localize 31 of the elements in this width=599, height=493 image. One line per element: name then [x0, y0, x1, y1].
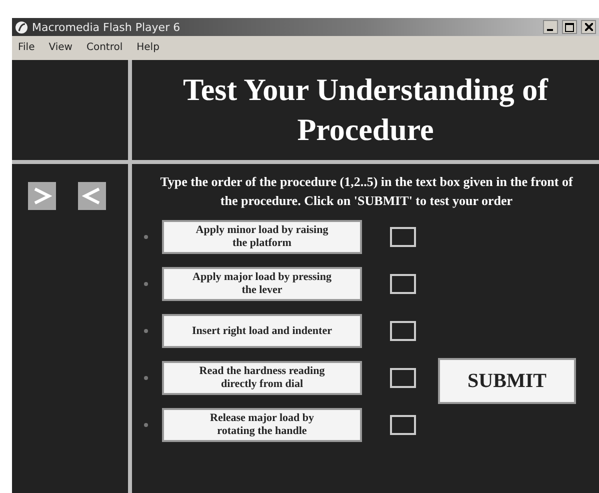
bullet-icon	[144, 376, 148, 380]
app-logo-icon	[15, 20, 28, 34]
menu-item[interactable]: View	[48, 42, 72, 52]
instruction-text: Type the order of the procedure (1,2..5) in the text box given in the front of the procedure. Click on 'SUBMIT' to test your order	[159, 173, 574, 210]
bullet-icon	[144, 235, 148, 239]
close-button[interactable]	[581, 20, 596, 34]
chevron-left-icon	[82, 186, 102, 206]
bullet-icon	[144, 282, 148, 286]
step-label: Release major load by rotating the handle	[162, 408, 362, 442]
order-input-field[interactable]	[390, 227, 416, 247]
step-label: Apply major load by pressing the lever	[162, 267, 362, 301]
bullet-icon	[144, 329, 148, 333]
order-input-field[interactable]	[390, 274, 416, 294]
step-label: Insert right load and indenter	[162, 314, 362, 348]
order-input-field[interactable]	[390, 368, 416, 388]
step-label: Read the hardness reading directly from dial	[162, 361, 362, 395]
order-input-field[interactable]	[390, 415, 416, 435]
menu-item[interactable]: Help	[136, 42, 160, 52]
chevron-right-icon	[32, 186, 52, 206]
maximize-icon	[565, 22, 574, 32]
window-title: Macromedia Flash Player 6	[32, 20, 182, 34]
maximize-button[interactable]	[562, 20, 577, 34]
minimize-button[interactable]	[543, 20, 558, 34]
menu-item[interactable]: File	[18, 42, 35, 52]
page-heading: Test Your Understanding of Procedure	[182, 71, 550, 149]
order-input-field[interactable]	[390, 321, 416, 341]
bullet-icon	[144, 423, 148, 427]
submit-button[interactable]: SUBMIT	[438, 358, 576, 404]
step-label: Apply minor load by raising the platform	[162, 220, 362, 254]
close-icon	[584, 23, 592, 31]
menu-item[interactable]: Control	[86, 42, 123, 52]
